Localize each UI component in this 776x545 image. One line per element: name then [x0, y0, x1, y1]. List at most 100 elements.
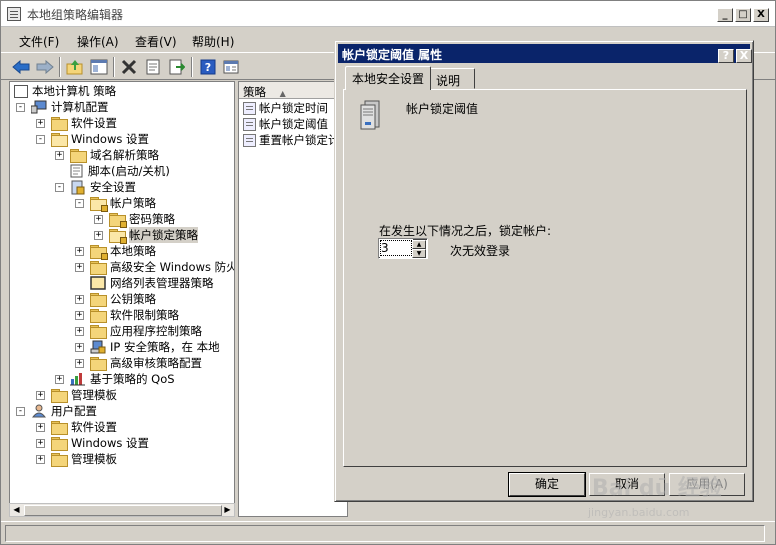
folder-lock-icon — [90, 196, 108, 212]
tree-item-computer-config[interactable]: - 计算机配置 — [16, 99, 109, 115]
tree-item-root[interactable]: 本地计算机 策略 — [14, 83, 116, 99]
tree-label: 帐户锁定策略 — [129, 227, 198, 243]
tree-item-password-policy[interactable]: + 密码策略 — [94, 211, 175, 228]
tree-item-public-key-policies[interactable]: + 公钥策略 — [75, 291, 156, 307]
spin-down-icon[interactable]: ▼ — [412, 249, 426, 258]
close-button[interactable]: X — [753, 8, 769, 22]
expand-icon[interactable]: + — [94, 230, 103, 240]
delete-icon[interactable] — [119, 57, 139, 77]
expand-icon[interactable]: + — [36, 454, 45, 464]
menu-view[interactable]: 查看(V) — [135, 33, 177, 50]
tree-item-user-windows-settings[interactable]: + Windows 设置 — [36, 435, 149, 451]
spin-up-icon[interactable]: ▲ — [412, 240, 426, 249]
policy-list[interactable]: 策略 ▲ 帐户锁定时间 帐户锁定阈值 重置帐户锁定计 — [238, 81, 348, 517]
policy-setting-icon — [243, 117, 256, 131]
list-item[interactable]: 帐户锁定时间 — [243, 100, 328, 116]
dialog-title: 帐户锁定阈值 属性 — [342, 48, 443, 62]
scroll-thumb[interactable] — [24, 505, 222, 516]
tree-item-software-settings[interactable]: + 软件设置 — [36, 115, 117, 131]
back-icon[interactable] — [11, 57, 31, 77]
expand-icon[interactable]: + — [75, 246, 84, 256]
ok-button[interactable]: 确定 — [508, 472, 586, 497]
tree-item-user-config[interactable]: - 用户配置 — [16, 403, 97, 419]
list-item-label: 帐户锁定时间 — [259, 101, 328, 115]
scroll-left-icon[interactable]: ◀ — [10, 504, 23, 516]
policy-setting-icon — [243, 101, 256, 115]
dialog-close-button[interactable]: X — [736, 49, 752, 63]
tree-label: 网络列表管理器策略 — [110, 276, 214, 290]
tree-item-advanced-audit[interactable]: + 高级审核策略配置 — [75, 355, 202, 371]
tree-item-user-software-settings[interactable]: + 软件设置 — [36, 419, 117, 435]
tab-explain[interactable]: 说明 — [429, 68, 475, 89]
lockout-threshold-stepper[interactable]: ▲ ▼ — [378, 238, 428, 259]
dialog-help-button[interactable]: ? — [718, 49, 734, 63]
collapse-icon[interactable]: - — [16, 102, 25, 112]
expand-icon[interactable]: + — [75, 310, 84, 320]
tree-label: 用户配置 — [51, 404, 97, 418]
column-header-policy[interactable]: 策略 ▲ — [239, 82, 347, 99]
expand-icon[interactable]: + — [75, 262, 84, 272]
minimize-button[interactable]: _ — [717, 8, 733, 22]
qos-chart-icon — [70, 373, 85, 386]
collapse-icon[interactable]: - — [55, 182, 64, 192]
status-bar — [1, 521, 775, 544]
lockout-threshold-input[interactable] — [379, 239, 413, 257]
tree-item-firewall[interactable]: + 高级安全 Windows 防火 — [75, 259, 235, 275]
expand-icon[interactable]: + — [75, 326, 84, 336]
folder-icon — [51, 436, 68, 451]
invalid-logons-label: 次无效登录 — [450, 244, 511, 258]
list-item[interactable]: 帐户锁定阈值 — [243, 116, 328, 132]
tree-item-account-lockout-policy[interactable]: + 帐户锁定策略 — [94, 227, 198, 244]
folder-icon — [51, 116, 68, 131]
tree-item-scripts[interactable]: 脚本(启动/关机) — [55, 163, 170, 179]
extended-view-icon[interactable] — [221, 57, 241, 77]
help-icon[interactable]: ? — [198, 57, 218, 77]
list-item[interactable]: 重置帐户锁定计 — [243, 132, 340, 148]
expand-icon[interactable]: + — [36, 118, 45, 128]
expand-icon[interactable]: + — [75, 342, 84, 352]
tab-local-security-setting[interactable]: 本地安全设置 — [345, 66, 432, 90]
collapse-icon[interactable]: - — [75, 198, 84, 208]
export-list-icon[interactable] — [167, 57, 187, 77]
tree-item-user-admin-templates[interactable]: + 管理模板 — [36, 451, 117, 467]
menu-file[interactable]: 文件(F) — [19, 33, 59, 50]
tree-item-qos[interactable]: + 基于策略的 QoS — [55, 371, 175, 387]
tree-item-ip-security[interactable]: + IP 安全策略，在 本地 — [75, 339, 220, 355]
show-tree-icon[interactable] — [89, 57, 109, 77]
tree-label: 高级安全 Windows 防火 — [110, 260, 235, 274]
cancel-button[interactable]: 取消 — [589, 473, 665, 496]
tree-item-security-settings[interactable]: - 安全设置 — [55, 179, 136, 195]
expand-icon[interactable]: + — [94, 214, 103, 224]
tree-item-network-list-manager[interactable]: 网络列表管理器策略 — [75, 275, 214, 291]
scroll-right-icon[interactable]: ▶ — [221, 504, 234, 516]
tree-item-account-policies[interactable]: - 帐户策略 — [75, 195, 156, 212]
expand-icon[interactable]: + — [55, 374, 64, 384]
policy-setting-icon — [243, 133, 256, 147]
tree-item-software-restriction[interactable]: + 软件限制策略 — [75, 307, 179, 323]
up-folder-icon[interactable] — [65, 57, 85, 77]
menu-help[interactable]: 帮助(H) — [192, 33, 234, 50]
tree-item-name-resolution-policy[interactable]: + 域名解析策略 — [55, 147, 159, 163]
tree-horizontal-scrollbar[interactable]: ◀ ▶ — [9, 503, 235, 517]
console-tree[interactable]: 本地计算机 策略 - 计算机配置 + 软件设置 - Windows 设置 + 域… — [9, 81, 235, 517]
tree-item-admin-templates[interactable]: + 管理模板 — [36, 387, 117, 403]
collapse-icon[interactable]: - — [36, 134, 45, 144]
security-lock-icon — [71, 180, 85, 194]
forward-icon[interactable] — [35, 57, 55, 77]
folder-icon — [90, 356, 107, 371]
properties-icon[interactable] — [143, 57, 163, 77]
expand-icon[interactable]: + — [55, 150, 64, 160]
collapse-icon[interactable]: - — [16, 406, 25, 416]
expand-icon[interactable]: + — [36, 390, 45, 400]
tree-item-app-control[interactable]: + 应用程序控制策略 — [75, 323, 202, 339]
apply-button[interactable]: 应用(A) — [669, 473, 745, 496]
maximize-button[interactable]: □ — [735, 8, 751, 22]
tree-item-windows-settings[interactable]: - Windows 设置 — [36, 131, 149, 147]
expand-icon[interactable]: + — [36, 438, 45, 448]
expand-icon[interactable]: + — [75, 358, 84, 368]
list-item-label: 帐户锁定阈值 — [259, 117, 328, 131]
menu-action[interactable]: 操作(A) — [77, 33, 119, 50]
expand-icon[interactable]: + — [36, 422, 45, 432]
expand-icon[interactable]: + — [75, 294, 84, 304]
tree-item-local-policies[interactable]: + 本地策略 — [75, 243, 156, 260]
